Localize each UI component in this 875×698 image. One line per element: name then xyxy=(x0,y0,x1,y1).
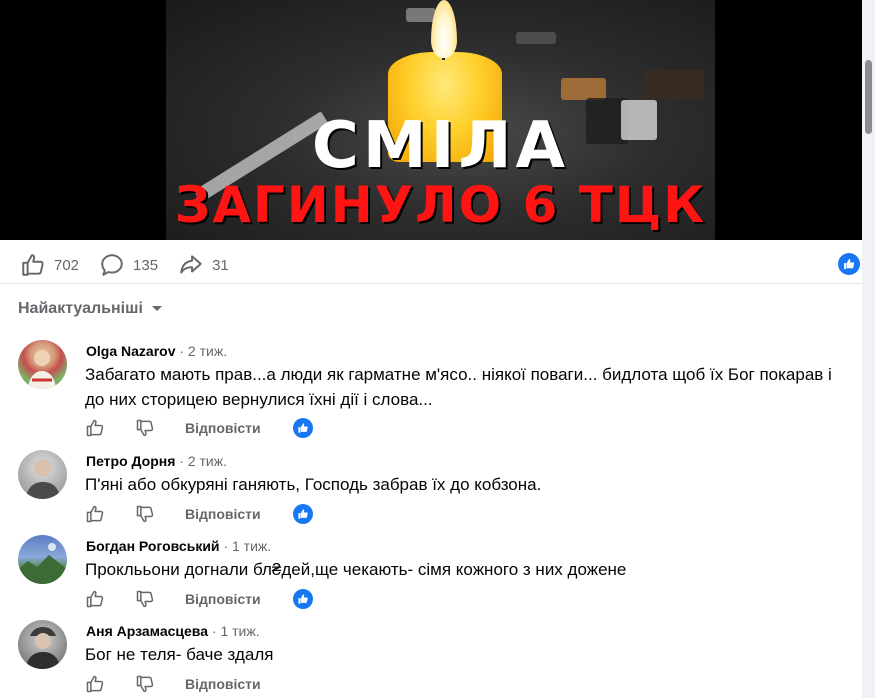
thumbs-up-icon[interactable] xyxy=(85,674,105,694)
like-count: 702 xyxy=(54,256,80,274)
thumbs-up-icon xyxy=(22,254,44,276)
comment-time[interactable]: · 2 тиж. xyxy=(179,453,227,469)
comment-item: Петро Дорня · 2 тиж. П'яні або обкуряні … xyxy=(18,450,848,530)
avatar[interactable] xyxy=(18,535,67,584)
scrollbar[interactable] xyxy=(862,0,875,698)
candle-flame xyxy=(431,0,457,58)
avatar-portrait-icon xyxy=(28,350,56,389)
comment-sort-dropdown[interactable]: Найактуальніші xyxy=(18,300,163,318)
thumbs-up-icon[interactable] xyxy=(85,418,105,438)
like-reaction-icon[interactable] xyxy=(838,253,860,275)
comment-text: П'яні або обкуряні ганяють, Господь забр… xyxy=(85,475,542,494)
avatar-portrait-icon xyxy=(26,459,60,499)
comment-item: Olga Nazarov · 2 тиж. Забагато мають пра… xyxy=(18,340,848,440)
share-arrow-icon xyxy=(180,255,202,274)
share-count: 31 xyxy=(212,256,229,274)
comment-author[interactable]: Olga Nazarov xyxy=(86,343,175,359)
reply-button[interactable]: Відповісти xyxy=(185,506,261,522)
comment-actions: Відповісти xyxy=(85,674,293,694)
post-image[interactable]: СМІЛА ЗАГИНУЛО 6 ТЦК xyxy=(166,0,715,240)
like-reaction-icon[interactable] xyxy=(292,504,313,524)
debris-decoration xyxy=(644,70,704,100)
comment-author[interactable]: Петро Дорня xyxy=(86,453,175,469)
comment-header: Петро Дорня · 2 тиж. xyxy=(86,453,227,469)
comment-action[interactable]: 135 xyxy=(99,252,158,278)
comment-actions: Відповісти xyxy=(85,418,313,438)
comment-text: Проклььони догнали бл₴дей,ще чекають- сі… xyxy=(85,560,627,579)
thumbs-up-icon[interactable] xyxy=(85,504,105,524)
reply-button[interactable]: Відповісти xyxy=(185,591,261,607)
debris-decoration xyxy=(516,32,556,44)
debris-decoration xyxy=(561,78,606,100)
comment-author[interactable]: Аня Арзамасцева xyxy=(86,623,208,639)
avatar-portrait-icon xyxy=(26,627,60,669)
comment-text: Бог не теля- баче здаля xyxy=(85,645,274,664)
caret-down-icon xyxy=(151,306,162,311)
comment-bubble-icon xyxy=(101,254,123,276)
thumbs-down-icon[interactable] xyxy=(135,589,155,609)
thumbs-up-icon[interactable] xyxy=(85,589,105,609)
comment-item: Богдан Роговський · 1 тиж. Проклььони до… xyxy=(18,535,848,615)
comment-time[interactable]: · 1 тиж. xyxy=(212,623,260,639)
stats-divider xyxy=(0,283,862,284)
comment-actions: Відповісти xyxy=(85,504,313,524)
reply-button[interactable]: Відповісти xyxy=(185,676,261,692)
post-stats: 702 135 31 xyxy=(20,250,249,280)
comment-count: 135 xyxy=(133,256,159,274)
sort-label: Найактуальніші xyxy=(18,300,143,317)
comment-header: Аня Арзамасцева · 1 тиж. xyxy=(86,623,260,639)
comment-header: Богдан Роговський · 1 тиж. xyxy=(86,538,271,554)
comment-actions: Відповісти xyxy=(85,589,313,609)
comment-header: Olga Nazarov · 2 тиж. xyxy=(86,343,227,359)
avatar-landscape-icon xyxy=(18,543,67,584)
like-reaction-icon[interactable] xyxy=(292,589,313,609)
comment-time[interactable]: · 1 тиж. xyxy=(223,538,271,554)
share-action[interactable]: 31 xyxy=(178,252,229,278)
debris-decoration xyxy=(406,8,436,22)
reply-button[interactable]: Відповісти xyxy=(185,420,261,436)
avatar[interactable] xyxy=(18,340,67,389)
like-reaction-icon[interactable] xyxy=(292,418,313,438)
headline-subtitle: ЗАГИНУЛО 6 ТЦК xyxy=(174,176,707,234)
thumbs-down-icon[interactable] xyxy=(135,674,155,694)
like-action[interactable]: 702 xyxy=(20,252,79,278)
avatar[interactable] xyxy=(18,450,67,499)
thumbs-down-icon[interactable] xyxy=(135,418,155,438)
post-media[interactable]: СМІЛА ЗАГИНУЛО 6 ТЦК xyxy=(0,0,862,240)
headline-city: СМІЛА xyxy=(311,109,570,183)
thumbs-down-icon[interactable] xyxy=(135,504,155,524)
comment-text: Забагато мають прав...а люди як гарматне… xyxy=(85,365,832,409)
comment-time[interactable]: · 2 тиж. xyxy=(179,343,227,359)
comment-author[interactable]: Богдан Роговський xyxy=(86,538,220,554)
avatar[interactable] xyxy=(18,620,67,669)
comment-item: Аня Арзамасцева · 1 тиж. Бог не теля- ба… xyxy=(18,620,848,698)
scrollbar-thumb[interactable] xyxy=(865,60,872,134)
